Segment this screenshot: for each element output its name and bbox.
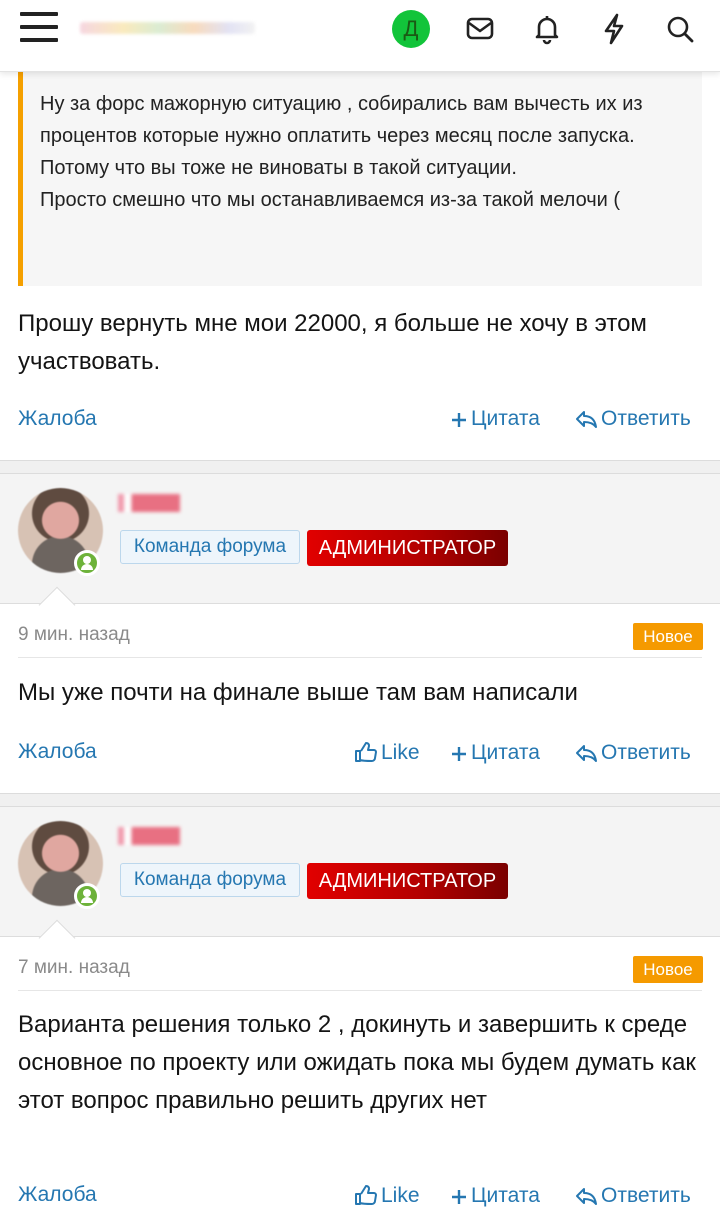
post-1-text: Прошу вернуть мне мои 22000, я больше не… xyxy=(18,310,647,375)
new-badge: Новое xyxy=(633,956,703,983)
divider xyxy=(18,990,702,991)
quote-text: Ну за форс мажорную ситуацию , собиралис… xyxy=(40,93,643,211)
post-2-user-header: Команда форума АДМИНИСТРАТОР xyxy=(0,474,720,624)
post-3-user-header: Команда форума АДМИНИСТРАТОР xyxy=(0,807,720,957)
report-link[interactable]: Жалоба xyxy=(18,737,97,767)
new-badge: Новое xyxy=(633,623,703,650)
quote-button[interactable]: Цитата xyxy=(450,738,540,768)
admin-badge: АДМИНИСТРАТОР xyxy=(307,530,508,566)
quote-button[interactable]: Цитата xyxy=(450,1181,540,1211)
plus-icon xyxy=(452,747,466,761)
post-3-text: Варианта решения только 2 , докинуть и з… xyxy=(18,1011,696,1114)
post-time[interactable]: 9 мин. назад xyxy=(18,624,130,646)
like-label: Like xyxy=(381,741,420,764)
search-icon[interactable] xyxy=(660,10,700,48)
quoted-message: Ну за форс мажорную ситуацию , собиралис… xyxy=(18,72,702,286)
thumbs-up-icon xyxy=(355,1185,377,1205)
like-button[interactable]: Like xyxy=(354,1181,420,1211)
top-app-bar: Д xyxy=(0,0,720,72)
admin-badge: АДМИНИСТРАТОР xyxy=(307,863,508,899)
reply-icon xyxy=(576,411,597,428)
reply-icon xyxy=(576,745,597,762)
username[interactable] xyxy=(118,827,180,845)
reply-label: Ответить xyxy=(601,1184,691,1207)
plus-icon xyxy=(452,1190,466,1204)
post-2-text: Мы уже почти на финале выше там вам напи… xyxy=(18,679,578,706)
report-link[interactable]: Жалоба xyxy=(18,404,97,434)
report-link[interactable]: Жалоба xyxy=(18,1180,97,1210)
quote-label: Цитата xyxy=(471,741,540,764)
quote-label: Цитата xyxy=(471,1184,540,1207)
lightning-icon[interactable] xyxy=(594,10,634,48)
team-badge: Команда форума xyxy=(120,530,300,564)
reply-button[interactable]: Ответить xyxy=(574,738,691,768)
menu-icon[interactable] xyxy=(20,12,60,44)
online-status-icon xyxy=(74,550,100,576)
like-button[interactable]: Like xyxy=(354,738,420,768)
post-separator xyxy=(0,460,720,474)
reply-label: Ответить xyxy=(601,741,691,764)
user-avatar[interactable]: Д xyxy=(392,10,430,48)
username[interactable] xyxy=(118,494,180,512)
quote-button[interactable]: Цитата xyxy=(450,404,540,434)
plus-icon xyxy=(452,413,466,427)
post-time[interactable]: 7 мин. назад xyxy=(18,957,130,979)
message-arrow xyxy=(38,919,76,957)
quote-label: Цитата xyxy=(471,407,540,430)
reply-icon xyxy=(576,1188,597,1205)
message-arrow xyxy=(38,586,76,624)
online-status-icon xyxy=(74,883,100,909)
mail-icon[interactable] xyxy=(460,10,500,48)
thumbs-up-icon xyxy=(355,742,377,762)
team-badge: Команда форума xyxy=(120,863,300,897)
reply-label: Ответить xyxy=(601,407,691,430)
post-separator xyxy=(0,793,720,807)
like-label: Like xyxy=(381,1184,420,1207)
reply-button[interactable]: Ответить xyxy=(574,404,691,434)
divider xyxy=(18,657,702,658)
site-logo[interactable] xyxy=(80,22,255,34)
reply-button[interactable]: Ответить xyxy=(574,1181,691,1211)
bell-icon[interactable] xyxy=(527,10,567,48)
